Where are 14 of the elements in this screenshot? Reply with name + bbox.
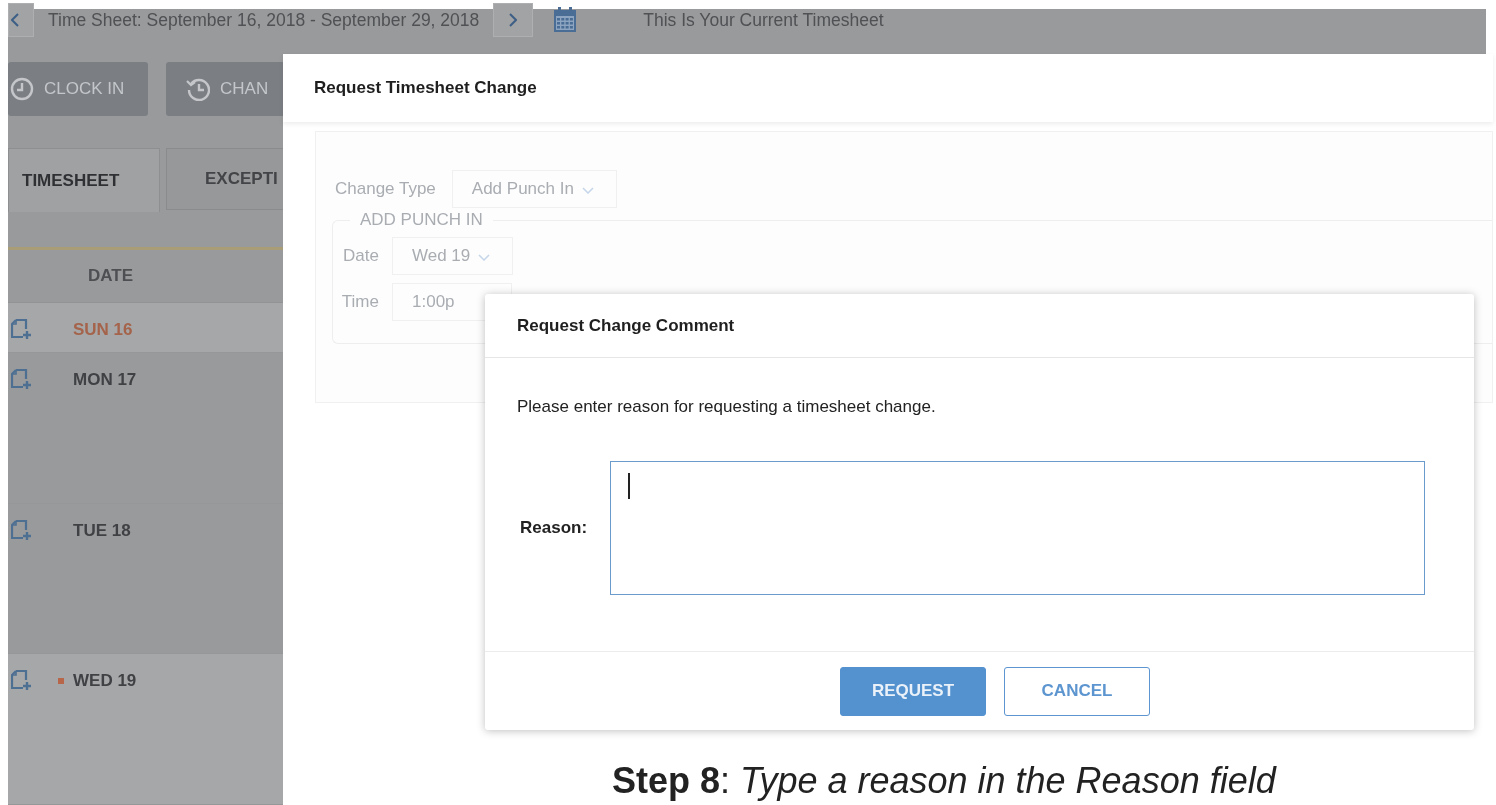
dialog-title: Request Change Comment [517, 315, 735, 336]
timesheet-period-title: Time Sheet: September 16, 2018 - September 29, 2018 [48, 9, 480, 31]
date-cell: MON 17 [73, 370, 137, 391]
field-label: Date [342, 246, 379, 266]
field-label: Change Type [335, 179, 436, 199]
date-cell: TUE 18 [73, 520, 131, 541]
field-label: Time [340, 292, 379, 312]
dialog-message: Please enter reason for requesting a timesheet change. [517, 397, 937, 417]
step-caption: Step 8: Type a reason in the Reason field [612, 760, 1276, 802]
date-cell: SUN 16 [73, 320, 133, 340]
column-header: DATE [88, 265, 133, 286]
timesheet-status-text: This Is Your Current Timesheet [643, 9, 884, 31]
field-label: Reason: [519, 518, 589, 538]
date-cell: WED 19 [73, 671, 137, 692]
